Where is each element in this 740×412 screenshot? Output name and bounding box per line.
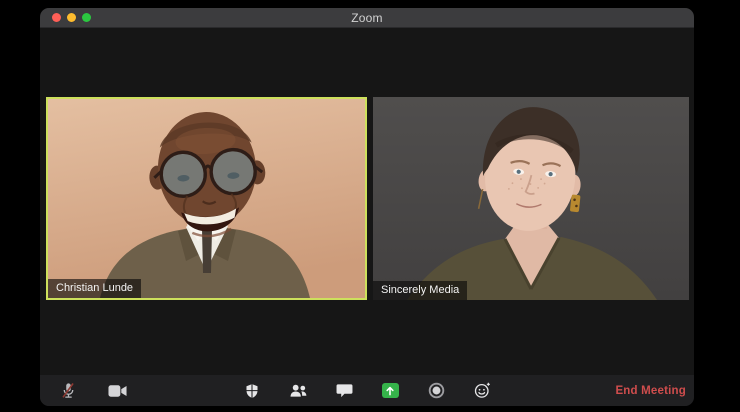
toolbar-left-group (58, 375, 127, 406)
chat-button[interactable] (334, 381, 354, 401)
video-tile-christian-lunde[interactable]: Christian Lunde (46, 97, 367, 300)
toolbar-center-group (242, 375, 492, 406)
toolbar-right-group: End Meeting (615, 375, 686, 406)
window-title: Zoom (351, 10, 383, 25)
participant-video-woman (373, 97, 689, 300)
video-camera-icon (107, 384, 127, 397)
fullscreen-button[interactable] (82, 13, 91, 22)
share-screen-icon (381, 383, 399, 398)
tortoise-earring (570, 194, 581, 213)
end-meeting-button[interactable]: End Meeting (615, 385, 686, 397)
chat-bubble-icon (336, 384, 352, 398)
video-tile-sincerely-media[interactable]: Sincerely Media (373, 97, 689, 300)
close-button[interactable] (52, 13, 61, 22)
security-button[interactable] (242, 381, 262, 401)
record-button[interactable] (426, 381, 446, 401)
participants-button[interactable] (288, 381, 308, 401)
mute-button[interactable] (58, 381, 78, 401)
share-screen-button[interactable] (380, 381, 400, 401)
reactions-button[interactable] (472, 381, 492, 401)
participant-video-man (48, 99, 365, 298)
meeting-toolbar: End Meeting (40, 375, 694, 406)
participant-name-label: Sincerely Media (373, 281, 468, 300)
desktop-background: Zoom Christian Lunde Sincerely Media End… (0, 0, 740, 412)
security-shield-icon (246, 383, 258, 398)
participants-icon (290, 384, 306, 397)
minimize-button[interactable] (67, 13, 76, 22)
zoom-app-window: Zoom Christian Lunde Sincerely Media End… (40, 8, 694, 406)
window-controls (52, 13, 91, 22)
participant-name-label: Christian Lunde (48, 279, 142, 298)
video-button[interactable] (107, 381, 127, 401)
microphone-muted-icon (61, 383, 74, 398)
reactions-smiley-icon (474, 382, 490, 398)
record-icon (428, 382, 444, 399)
titlebar[interactable]: Zoom (40, 8, 694, 28)
